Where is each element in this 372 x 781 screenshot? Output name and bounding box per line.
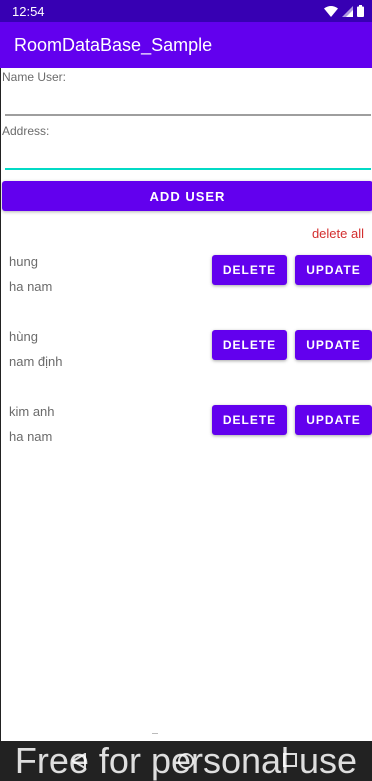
user-name: kim anh	[9, 404, 55, 419]
update-button[interactable]: UPDATE	[295, 405, 372, 435]
list-item: hung ha nam DELETE UPDATE	[1, 254, 372, 329]
app-bar: RoomDataBase_Sample	[0, 22, 372, 68]
name-user-underline	[5, 114, 371, 116]
status-icons	[324, 5, 364, 17]
address-input[interactable]	[5, 143, 371, 167]
user-address: ha nam	[9, 429, 53, 444]
main-content: Name User: Address: ADD USER delete all …	[0, 68, 372, 741]
status-time: 12:54	[12, 3, 45, 19]
watermark-text: Free for personal use	[14, 741, 358, 781]
user-name: hùng	[9, 329, 38, 344]
signal-icon	[342, 5, 353, 17]
battery-icon	[357, 5, 364, 17]
delete-button[interactable]: DELETE	[212, 405, 287, 435]
delete-button[interactable]: DELETE	[212, 330, 287, 360]
delete-all-button[interactable]: delete all	[312, 226, 364, 241]
list-item: hùng nam định DELETE UPDATE	[1, 329, 372, 404]
user-address: nam định	[9, 354, 63, 369]
status-bar: 12:54	[0, 0, 372, 22]
scroll-indicator	[152, 733, 158, 734]
delete-button[interactable]: DELETE	[212, 255, 287, 285]
wifi-icon	[324, 5, 338, 17]
user-address: ha nam	[9, 279, 53, 294]
address-underline	[5, 168, 371, 170]
address-label: Address:	[2, 124, 50, 138]
add-user-button[interactable]: ADD USER	[2, 181, 372, 211]
name-user-input[interactable]	[5, 88, 371, 112]
list-item: kim anh ha nam DELETE UPDATE	[1, 404, 372, 479]
update-button[interactable]: UPDATE	[295, 330, 372, 360]
app-title: RoomDataBase_Sample	[14, 34, 213, 55]
name-user-label: Name User:	[2, 70, 67, 84]
user-name: hung	[9, 254, 38, 269]
update-button[interactable]: UPDATE	[295, 255, 372, 285]
